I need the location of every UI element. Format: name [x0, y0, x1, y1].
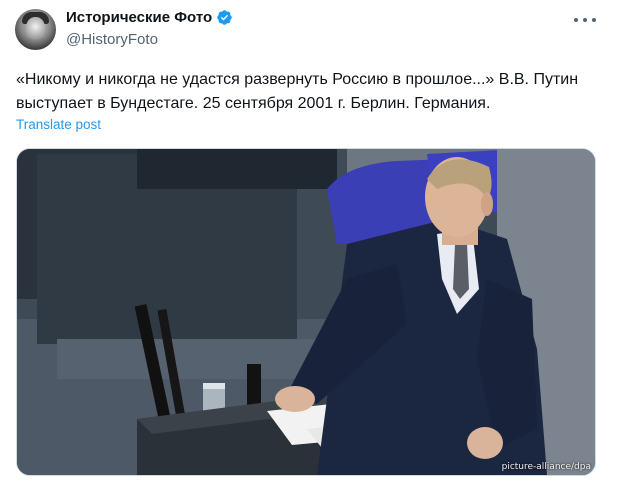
photo-illustration — [17, 149, 595, 475]
avatar-face — [26, 17, 45, 41]
author-display-name[interactable]: Исторические Фото — [66, 9, 212, 26]
more-options-icon[interactable] — [574, 13, 596, 27]
author-name-row[interactable]: Исторические Фото — [66, 9, 233, 26]
author-avatar[interactable] — [15, 9, 56, 50]
post-photo[interactable]: picture-alliance/dpa — [16, 148, 596, 476]
dot — [592, 18, 596, 22]
post-text: «Никому и никогда не удастся развернуть … — [16, 71, 579, 112]
author-handle[interactable]: @HistoryFoto — [66, 31, 158, 48]
translate-post-link[interactable]: Translate post — [16, 117, 101, 132]
dot — [574, 18, 578, 22]
dot — [583, 18, 587, 22]
verified-badge-icon — [217, 10, 232, 25]
photo-watermark: picture-alliance/dpa — [501, 462, 591, 472]
